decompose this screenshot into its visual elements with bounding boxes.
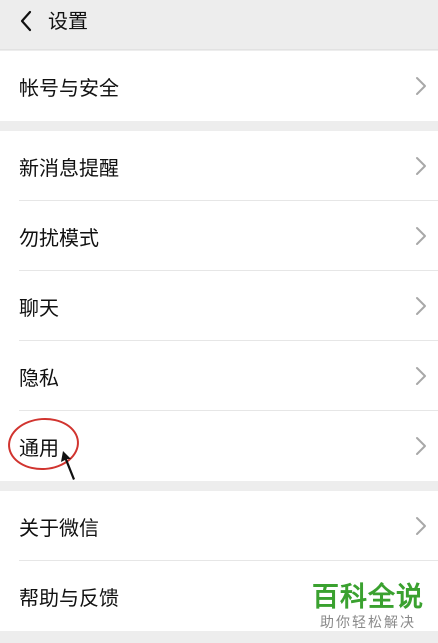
chevron-right-icon — [416, 157, 426, 175]
watermark-logo: 百科全说 助你轻松解决 — [312, 582, 424, 632]
settings-item-label: 聊天 — [19, 295, 59, 320]
settings-item-label: 隐私 — [19, 365, 59, 390]
chevron-right-icon — [416, 227, 426, 245]
settings-item-label: 帮助与反馈 — [19, 585, 119, 610]
chevron-right-icon — [416, 367, 426, 385]
settings-item-label: 关于微信 — [19, 515, 99, 540]
cursor-arrow-icon — [61, 451, 75, 480]
settings-group-account: 帐号与安全 — [0, 51, 438, 121]
settings-item-label: 新消息提醒 — [19, 155, 119, 180]
settings-item-about[interactable]: 关于微信 — [0, 491, 438, 561]
settings-item-label: 通用 — [19, 435, 59, 460]
settings-item-label: 帐号与安全 — [19, 75, 119, 100]
settings-item-notifications[interactable]: 新消息提醒 — [0, 131, 438, 201]
chevron-right-icon — [416, 297, 426, 315]
watermark-title: 百科全说 — [312, 582, 424, 613]
settings-item-label: 勿扰模式 — [19, 225, 99, 250]
chevron-right-icon — [416, 437, 426, 455]
page-title: 设置 — [48, 9, 88, 33]
chevron-right-icon — [416, 517, 426, 535]
settings-item-do-not-disturb[interactable]: 勿扰模式 — [0, 201, 438, 271]
settings-item-privacy[interactable]: 隐私 — [0, 341, 438, 411]
settings-item-chat[interactable]: 聊天 — [0, 271, 438, 341]
settings-item-account-security[interactable]: 帐号与安全 — [0, 51, 438, 121]
chevron-left-icon — [20, 10, 32, 32]
watermark-subtitle: 助你轻松解决 — [320, 615, 416, 631]
chevron-right-icon — [416, 77, 426, 95]
settings-group-main: 新消息提醒 勿扰模式 聊天 隐私 通用 — [0, 131, 438, 481]
nav-header: 设置 — [0, 0, 438, 50]
back-button[interactable] — [8, 0, 44, 42]
